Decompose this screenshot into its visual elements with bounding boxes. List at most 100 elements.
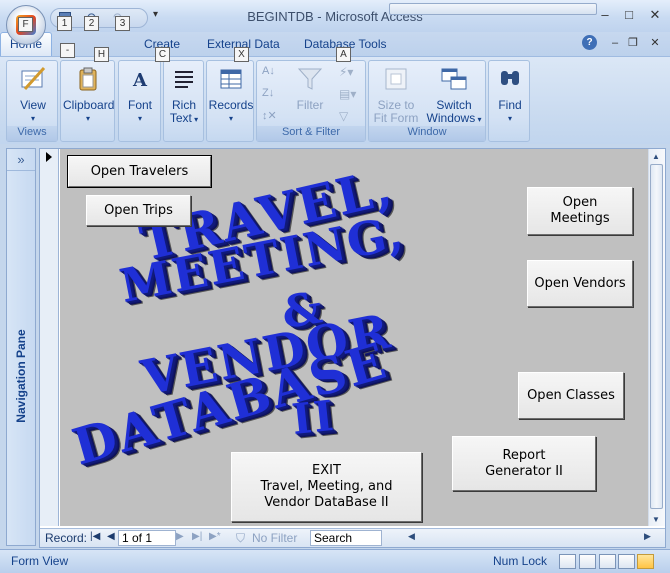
chevron-down-icon: ▾ bbox=[228, 114, 233, 123]
keytip-minus: - bbox=[60, 43, 75, 58]
group-window: Size to Fit Form Switch Windows ▾ Window bbox=[368, 60, 486, 142]
sort-ascending-icon: A↓ bbox=[262, 65, 275, 77]
vertical-scroll-thumb[interactable] bbox=[650, 164, 663, 509]
sort-descending-icon: Z↓ bbox=[262, 87, 275, 99]
switch-windows-icon bbox=[441, 68, 467, 90]
views-title: Views bbox=[7, 126, 57, 141]
font-button[interactable]: A Font ▾ bbox=[120, 65, 160, 125]
rich-text-label-1: Rich bbox=[171, 98, 196, 112]
size-label-1: Size to bbox=[377, 98, 415, 112]
open-classes-button[interactable]: Open Classes bbox=[518, 372, 624, 419]
pivottable-view-icon[interactable] bbox=[599, 554, 616, 569]
status-bar: Form View Num Lock bbox=[0, 549, 670, 573]
scroll-left-icon[interactable]: ◀ bbox=[408, 531, 415, 542]
record-label: Record: bbox=[45, 531, 88, 545]
group-find: Find ▾ bbox=[488, 60, 530, 142]
font-icon: A bbox=[132, 70, 148, 91]
clipboard-button[interactable]: Clipboard ▾ bbox=[63, 65, 115, 125]
switch-label-2: Windows bbox=[426, 111, 476, 125]
rich-text-icon bbox=[175, 71, 193, 88]
help-icon[interactable]: ? bbox=[582, 35, 597, 50]
open-vendors-button[interactable]: Open Vendors bbox=[527, 260, 633, 307]
group-views: View ▾ Views bbox=[6, 60, 58, 142]
chevron-down-icon: ▾ bbox=[30, 114, 35, 123]
chevron-down-icon: ▾ bbox=[507, 114, 512, 123]
keytip-1: 1 bbox=[57, 16, 72, 31]
horizontal-scroll-thumb[interactable] bbox=[389, 3, 597, 15]
group-sort-filter: A↓ Z↓ ↕✕ Filter ⚡▾ ▤▾ ▽ Sort & Filter bbox=[256, 60, 366, 142]
keytip-dbtools: A bbox=[336, 47, 351, 62]
no-filter-icon[interactable]: ⛉ bbox=[236, 531, 245, 546]
filter-icon bbox=[297, 68, 323, 90]
exit-button[interactable]: EXIT Travel, Meeting, and Vendor DataBas… bbox=[231, 452, 422, 522]
group-clipboard: Clipboard ▾ bbox=[60, 60, 115, 142]
keytip-create: C bbox=[155, 47, 170, 62]
record-selector[interactable] bbox=[40, 149, 59, 526]
scroll-down-icon[interactable]: ▼ bbox=[652, 515, 660, 524]
advanced-filter-icon: ▤▾ bbox=[339, 87, 357, 101]
toggle-filter-icon: ▽ bbox=[339, 109, 349, 123]
design-view-icon[interactable] bbox=[637, 554, 654, 569]
switch-windows-button[interactable]: Switch Windows ▾ bbox=[425, 65, 483, 126]
size-to-fit-button[interactable]: Size to Fit Form bbox=[371, 65, 421, 125]
ribbon: View ▾ Views Clipboard ▾ A Font ▾ Rich T… bbox=[0, 56, 670, 144]
keytip-2: 2 bbox=[84, 16, 99, 31]
rich-text-label-2: Text bbox=[169, 111, 192, 125]
status-num-lock: Num Lock bbox=[493, 554, 548, 568]
clipboard-label: Clipboard bbox=[63, 98, 115, 112]
nav-pane-label: Navigation Pane bbox=[14, 329, 28, 423]
keytip-external: X bbox=[234, 47, 249, 62]
filter-button[interactable]: Filter bbox=[285, 65, 335, 112]
maximize-button[interactable]: □ bbox=[618, 6, 640, 24]
previous-record-icon[interactable]: ◀ bbox=[107, 531, 115, 542]
keytip-3: 3 bbox=[115, 16, 130, 31]
last-record-icon[interactable]: ▶| bbox=[192, 531, 202, 542]
view-button[interactable]: View ▾ bbox=[11, 65, 55, 125]
form-view-icon[interactable] bbox=[559, 554, 576, 569]
group-font: A Font ▾ bbox=[118, 60, 161, 142]
window-group-title: Window bbox=[369, 126, 485, 141]
datasheet-view-icon[interactable] bbox=[579, 554, 596, 569]
no-filter-label[interactable]: No Filter bbox=[252, 531, 297, 545]
records-button[interactable]: Records ▾ bbox=[208, 65, 254, 125]
find-label: Find bbox=[498, 98, 522, 112]
size-to-fit-icon bbox=[385, 68, 407, 90]
status-form-view: Form View bbox=[11, 554, 69, 568]
first-record-icon[interactable]: |◀ bbox=[90, 531, 100, 542]
records-icon bbox=[220, 69, 242, 89]
records-label: Records bbox=[208, 98, 254, 112]
clipboard-icon bbox=[79, 67, 97, 91]
record-navigation-bar: Record: |◀ ◀ 1 of 1 ▶ ▶| ▶* ⛉ No Filter … bbox=[40, 528, 665, 547]
minimize-button[interactable]: – bbox=[594, 6, 616, 24]
svg-text:A: A bbox=[132, 70, 148, 91]
doc-restore-button[interactable]: ❐ bbox=[622, 34, 644, 52]
doc-close-button[interactable]: ✕ bbox=[644, 34, 666, 52]
rich-text-button[interactable]: Rich Text ▾ bbox=[164, 65, 204, 126]
close-button[interactable]: ✕ bbox=[644, 6, 666, 24]
scroll-up-icon[interactable]: ▲ bbox=[652, 152, 660, 161]
switch-label-1: Switch bbox=[436, 98, 472, 112]
nav-pane-toggle-icon[interactable]: » bbox=[7, 149, 35, 171]
chevron-down-icon: ▾ bbox=[85, 114, 90, 123]
search-input[interactable]: Search bbox=[310, 530, 382, 546]
report-generator-button[interactable]: Report Generator II bbox=[452, 436, 596, 491]
navigation-pane[interactable]: » Navigation Pane bbox=[6, 148, 36, 546]
keytip-office: F bbox=[18, 17, 33, 32]
layout-view-icon[interactable] bbox=[618, 554, 635, 569]
open-travelers-button[interactable]: Open Travelers bbox=[67, 155, 212, 188]
keytip-home: H bbox=[94, 47, 109, 62]
group-records: Records ▾ bbox=[206, 60, 254, 142]
current-record-field[interactable]: 1 of 1 bbox=[118, 530, 176, 546]
view-icon bbox=[21, 66, 46, 91]
next-record-icon[interactable]: ▶ bbox=[176, 531, 184, 542]
open-trips-button[interactable]: Open Trips bbox=[86, 195, 191, 226]
sort-filter-title: Sort & Filter bbox=[257, 126, 365, 141]
scroll-right-icon[interactable]: ▶ bbox=[644, 531, 651, 542]
group-rich-text: Rich Text ▾ bbox=[163, 60, 204, 142]
open-meetings-button[interactable]: Open Meetings bbox=[527, 187, 633, 235]
find-button[interactable]: Find ▾ bbox=[490, 65, 530, 125]
new-record-icon[interactable]: ▶* bbox=[209, 531, 221, 542]
filter-label: Filter bbox=[296, 98, 324, 112]
chevron-down-icon: ▾ bbox=[137, 114, 142, 123]
current-record-arrow-icon bbox=[46, 152, 52, 162]
